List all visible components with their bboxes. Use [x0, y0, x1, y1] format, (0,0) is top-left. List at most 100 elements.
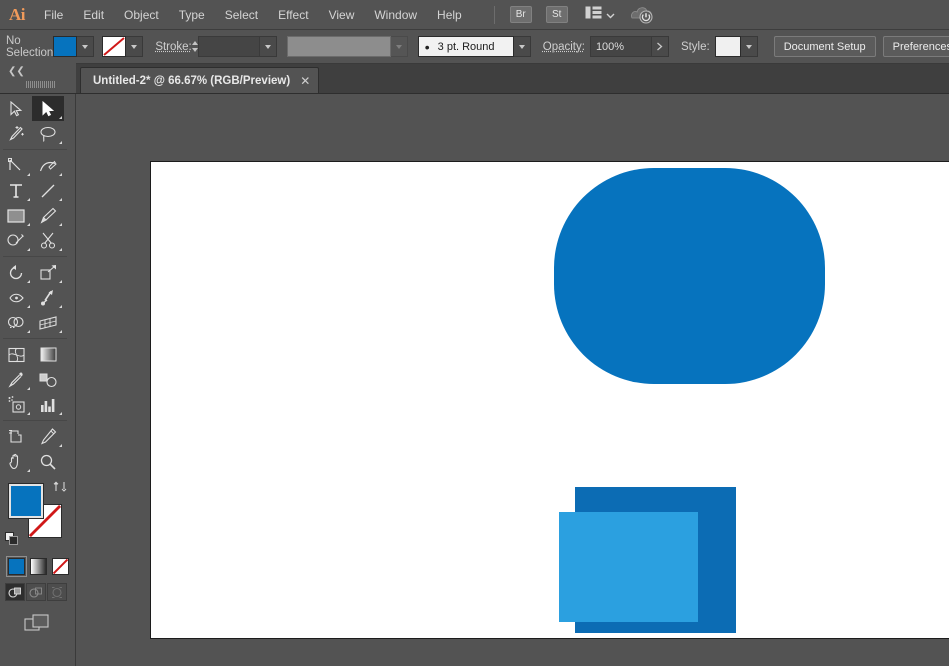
- slice-tool[interactable]: [32, 424, 64, 449]
- tool-more-indicator: [59, 330, 62, 333]
- chevron-down-icon: [265, 45, 271, 49]
- magic-wand-tool[interactable]: [0, 121, 32, 146]
- swap-fill-stroke-icon[interactable]: [53, 480, 68, 496]
- toolbar-drag-grip[interactable]: [26, 81, 56, 88]
- opacity-flyout-button[interactable]: [652, 36, 669, 57]
- opacity-control[interactable]: 100%: [590, 36, 669, 57]
- menu-type[interactable]: Type: [169, 0, 215, 30]
- color-button[interactable]: [8, 558, 25, 575]
- stroke-weight-dropdown-button[interactable]: [260, 36, 277, 57]
- menu-file[interactable]: File: [34, 0, 73, 30]
- chevron-down-icon: [82, 45, 88, 49]
- preferences-button[interactable]: Preferences: [883, 36, 949, 57]
- cloud-sync-icon[interactable]: [627, 3, 657, 27]
- rounded-rectangle-shape[interactable]: [554, 168, 825, 384]
- free-transform-tool[interactable]: [32, 285, 64, 310]
- shaper-tool[interactable]: [0, 228, 32, 253]
- brush-definition-control[interactable]: • 3 pt. Round: [418, 36, 531, 57]
- tool-more-indicator: [27, 305, 30, 308]
- canvas-workspace[interactable]: [76, 94, 949, 666]
- draw-behind-button[interactable]: [26, 583, 46, 601]
- paintbrush-tool[interactable]: [32, 203, 64, 228]
- menu-view[interactable]: View: [319, 0, 365, 30]
- artboard[interactable]: [150, 161, 949, 639]
- width-tool[interactable]: [0, 285, 32, 310]
- blend-tool[interactable]: [32, 367, 64, 392]
- draw-normal-button[interactable]: [5, 583, 25, 601]
- pen-tool[interactable]: [0, 153, 32, 178]
- close-icon[interactable]: ✕: [300, 75, 310, 87]
- stroke-weight-input[interactable]: [198, 36, 260, 57]
- tool-more-indicator: [59, 173, 62, 176]
- tool-more-indicator: [59, 141, 62, 144]
- menu-effect[interactable]: Effect: [268, 0, 318, 30]
- variable-width-profile-dropdown-button[interactable]: [391, 36, 408, 57]
- stock-button[interactable]: St: [546, 6, 568, 23]
- stroke-weight-label[interactable]: Stroke:: [155, 41, 191, 53]
- draw-inside-button[interactable]: [47, 583, 67, 601]
- chevron-down-icon: [519, 45, 525, 49]
- menu-bar: Ai File Edit Object Type Select Effect V…: [0, 0, 949, 30]
- selection-tool[interactable]: [0, 96, 32, 121]
- toolbar-divider: [3, 420, 67, 421]
- artboard-tool[interactable]: [0, 424, 32, 449]
- variable-width-profile-field[interactable]: [287, 36, 391, 57]
- stroke-dropdown-button[interactable]: [126, 36, 143, 57]
- hand-tool[interactable]: [0, 449, 32, 474]
- rotate-tool[interactable]: [0, 260, 32, 285]
- graphic-style-swatch[interactable]: [715, 36, 741, 57]
- tool-more-indicator: [59, 116, 62, 119]
- chevron-down-icon: [606, 6, 615, 24]
- toolbar-fill-swatch[interactable]: [9, 484, 43, 518]
- mesh-tool[interactable]: [0, 342, 32, 367]
- scissors-tool[interactable]: [32, 228, 64, 253]
- perspective-grid-tool[interactable]: [32, 310, 64, 335]
- document-tab[interactable]: Untitled-2* @ 66.67% (RGB/Preview) ✕: [80, 67, 319, 93]
- curvature-tool[interactable]: [32, 153, 64, 178]
- lasso-tool[interactable]: [32, 121, 64, 146]
- tool-more-indicator: [27, 198, 30, 201]
- document-setup-button[interactable]: Document Setup: [774, 36, 876, 57]
- type-tool[interactable]: [0, 178, 32, 203]
- brush-definition-field[interactable]: • 3 pt. Round: [418, 36, 514, 57]
- bridge-button[interactable]: Br: [510, 6, 532, 23]
- symbol-sprayer-tool[interactable]: [0, 392, 32, 417]
- opacity-input[interactable]: 100%: [590, 36, 652, 57]
- toolbar-header: ❮❮: [0, 63, 76, 93]
- stroke-weight-field[interactable]: [198, 36, 277, 57]
- scale-tool[interactable]: [32, 260, 64, 285]
- double-chevron-left-icon[interactable]: ❮❮: [8, 67, 25, 77]
- zoom-tool[interactable]: [32, 449, 64, 474]
- menu-window[interactable]: Window: [364, 0, 427, 30]
- toolbar-divider: [3, 338, 67, 339]
- change-screen-mode-button[interactable]: [0, 613, 75, 640]
- shape-builder-tool[interactable]: [0, 310, 32, 335]
- menu-object[interactable]: Object: [114, 0, 169, 30]
- gradient-tool[interactable]: [32, 342, 64, 367]
- style-label: Style:: [681, 41, 710, 53]
- gradient-button[interactable]: [30, 558, 47, 575]
- graphic-style-control[interactable]: [715, 36, 758, 57]
- front-rectangle-shape[interactable]: [559, 512, 698, 622]
- variable-width-profile-control[interactable]: [287, 36, 408, 57]
- menu-select[interactable]: Select: [215, 0, 268, 30]
- none-button[interactable]: [52, 558, 69, 575]
- fill-dropdown-button[interactable]: [77, 36, 94, 57]
- brush-definition-dropdown-button[interactable]: [514, 36, 531, 57]
- fill-swatch[interactable]: [53, 36, 77, 57]
- menu-edit[interactable]: Edit: [73, 0, 114, 30]
- stroke-control[interactable]: [102, 36, 143, 57]
- graphic-style-dropdown-button[interactable]: [741, 36, 758, 57]
- direct-selection-tool[interactable]: [32, 96, 64, 121]
- menu-help[interactable]: Help: [427, 0, 472, 30]
- eyedropper-tool[interactable]: [0, 367, 32, 392]
- rectangle-tool[interactable]: [0, 203, 32, 228]
- column-graph-tool[interactable]: [32, 392, 64, 417]
- workspace-switcher-button[interactable]: [585, 6, 615, 24]
- tool-more-indicator: [27, 173, 30, 176]
- opacity-label[interactable]: Opacity:: [543, 41, 585, 53]
- stroke-none-swatch[interactable]: [102, 36, 126, 57]
- default-fill-stroke-icon[interactable]: [5, 532, 19, 546]
- fill-control[interactable]: [53, 36, 94, 57]
- line-segment-tool[interactable]: [32, 178, 64, 203]
